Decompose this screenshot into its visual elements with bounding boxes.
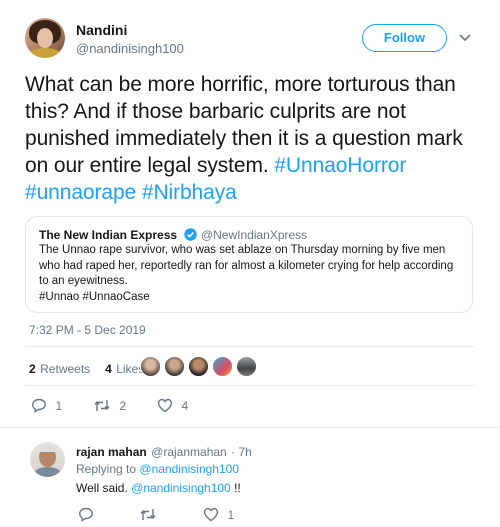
hashtag-link[interactable]: #UnnaoHorror — [274, 154, 406, 177]
quoted-header: The New Indian Express @NewIndianXpress — [39, 226, 307, 244]
replying-to: Replying to @nandinisingh100 — [76, 462, 239, 476]
reply-action[interactable]: 1 — [31, 397, 62, 415]
hashtag-link[interactable]: #Nirbhaya — [142, 181, 237, 204]
likes-count[interactable]: 4 — [105, 362, 112, 376]
liker-avatar[interactable] — [212, 356, 233, 377]
author-avatar[interactable] — [25, 18, 65, 58]
reply-time[interactable]: · 7h — [231, 445, 252, 459]
liker-avatar[interactable] — [188, 356, 209, 377]
heart-icon[interactable] — [157, 398, 173, 413]
quoted-author-handle: @NewIndianXpress — [200, 228, 308, 242]
quoted-text: The Unnao rape survivor, who was set abl… — [39, 244, 454, 287]
tweet-timestamp[interactable]: 7:32 PM - 5 Dec 2019 — [29, 323, 146, 337]
quoted-tweet[interactable]: The New Indian Express @NewIndianXpress … — [25, 216, 473, 313]
replying-to-label: Replying to — [76, 462, 137, 476]
reply-like-count: 1 — [227, 508, 235, 522]
divider — [0, 427, 500, 428]
reply-author-name[interactable]: rajan mahan — [76, 445, 147, 459]
author-name[interactable]: Nandini — [76, 22, 127, 38]
reply-body-suffix: !! — [234, 481, 241, 495]
reply-like-action[interactable]: 1 — [203, 506, 234, 524]
liker-avatar[interactable] — [236, 356, 257, 377]
retweets-label[interactable]: Retweets — [40, 362, 90, 376]
chevron-down-icon[interactable] — [459, 34, 471, 42]
reply-reply-action[interactable] — [78, 507, 94, 527]
like-action[interactable]: 4 — [157, 397, 188, 415]
quoted-tags: #Unnao #UnnaoCase — [39, 291, 150, 303]
divider — [25, 385, 475, 386]
heart-icon[interactable] — [203, 507, 219, 522]
reply-count: 1 — [55, 399, 63, 413]
reply-retweet-action[interactable] — [139, 507, 157, 527]
divider — [25, 346, 475, 347]
liker-avatar[interactable] — [140, 356, 161, 377]
follow-button[interactable]: Follow — [362, 24, 447, 52]
reply-body-text: Well said. — [76, 481, 128, 495]
reply-header: rajan mahan @rajanmahan · 7h — [76, 443, 252, 461]
retweet-icon[interactable] — [139, 507, 157, 522]
tweet-text: What can be more horrific, more torturou… — [25, 71, 480, 206]
replying-to-link[interactable]: @nandinisingh100 — [139, 462, 239, 476]
reply-mention-link[interactable]: @nandinisingh100 — [131, 481, 231, 495]
like-count: 4 — [181, 399, 189, 413]
author-handle[interactable]: @nandinisingh100 — [76, 41, 184, 56]
quoted-author-name: The New Indian Express — [39, 228, 178, 242]
retweet-icon[interactable] — [93, 398, 111, 413]
retweets-count[interactable]: 2 — [29, 362, 36, 376]
liker-avatar[interactable] — [164, 356, 185, 377]
hashtag-link[interactable]: #unnaorape — [25, 181, 136, 204]
retweet-action[interactable]: 2 — [93, 397, 126, 415]
reply-icon[interactable] — [78, 507, 94, 522]
tweet-stats: 2 Retweets 4 Likes — [29, 360, 144, 378]
reply-icon[interactable] — [31, 398, 47, 413]
reply-author-handle[interactable]: @rajanmahan — [151, 445, 227, 459]
reply-text: Well said. @nandinisingh100 !! — [76, 481, 241, 495]
reply-author-avatar[interactable] — [30, 442, 65, 477]
retweet-count: 2 — [119, 399, 127, 413]
verified-badge-icon — [183, 228, 197, 241]
